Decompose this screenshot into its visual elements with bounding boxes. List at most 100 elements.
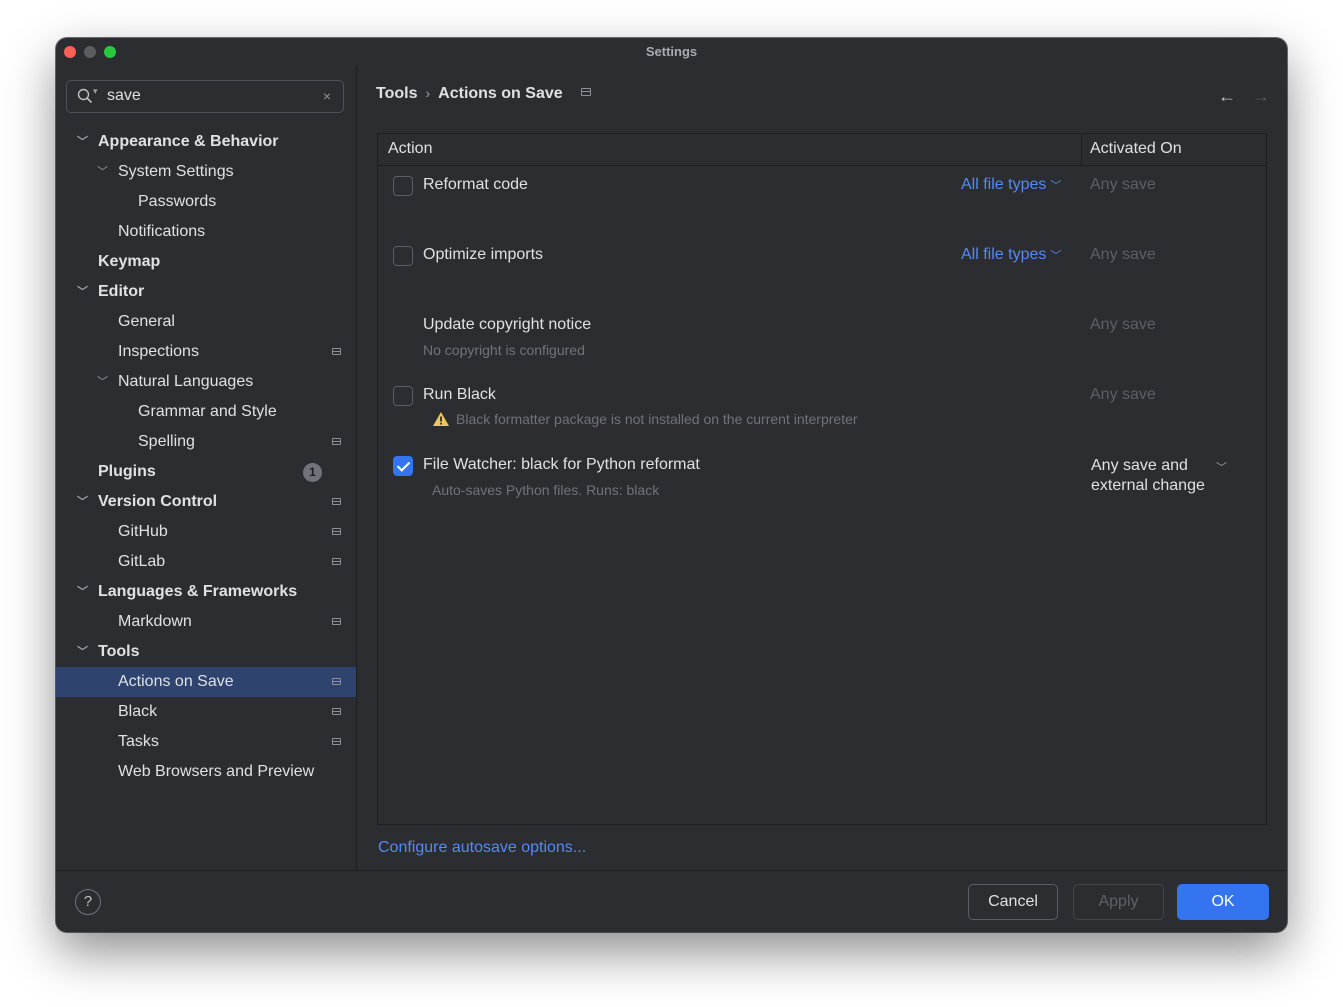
clear-search-icon[interactable]: × [323, 88, 331, 104]
run-black-checkbox[interactable] [393, 386, 413, 406]
file-watcher-activated-on-dropdown[interactable]: Any save and external change [1091, 456, 1221, 496]
actions-table: Action Activated On Reformat code All fi… [377, 133, 1267, 825]
chevron-down-icon[interactable]: ﹀ [97, 157, 108, 187]
project-scope-icon [332, 558, 341, 565]
chevron-down-icon[interactable]: ﹀ [77, 127, 88, 157]
sidebar-item-tasks[interactable]: Tasks [56, 727, 356, 757]
sidebar-item-gitlab[interactable]: GitLab [56, 547, 356, 577]
configure-autosave-link[interactable]: Configure autosave options... [378, 839, 586, 857]
sidebar-item-editor[interactable]: ﹀ Editor [56, 277, 356, 307]
table-header: Action Activated On [378, 134, 1266, 166]
sidebar-item-label: Web Browsers and Preview [118, 763, 315, 780]
black-activated-on: Any save [1090, 386, 1156, 403]
update-copyright-label: Update copyright notice [423, 316, 592, 333]
file-watcher-description: Auto-saves Python files. Runs: black [432, 482, 660, 498]
sidebar-item-label: Languages & Frameworks [98, 583, 298, 600]
optimize-activated-on: Any save [1090, 246, 1156, 263]
run-black-label[interactable]: Run Black [423, 386, 496, 404]
reformat-file-types-dropdown[interactable]: All file types ﹀ [961, 176, 1061, 194]
sidebar-item-label: Grammar and Style [138, 403, 277, 420]
sidebar-item-label: Notifications [118, 223, 206, 240]
breadcrumb-parent[interactable]: Tools [376, 85, 417, 102]
sidebar-item-black[interactable]: Black [56, 697, 356, 727]
help-button[interactable]: ? [75, 889, 101, 915]
sidebar-item-label: Inspections [118, 343, 199, 360]
sidebar-item-label: Spelling [138, 433, 195, 450]
project-scope-icon [332, 738, 341, 745]
breadcrumb: Tools › Actions on Save [376, 85, 563, 103]
column-divider[interactable] [1081, 134, 1082, 165]
copyright-activated-on: Any save [1090, 316, 1156, 333]
project-scope-icon [332, 528, 341, 535]
sidebar-item-tools[interactable]: ﹀ Tools [56, 637, 356, 667]
table-row-reformat-code: Reformat code All file types ﹀ Any save [378, 165, 1266, 235]
sidebar-item-system-settings[interactable]: ﹀ System Settings [56, 157, 356, 187]
chevron-down-icon: ﹀ [1050, 180, 1062, 192]
sidebar-item-markdown[interactable]: Markdown [56, 607, 356, 637]
optimize-imports-label[interactable]: Optimize imports [423, 246, 543, 264]
table-row-run-black: Run Black Black formatter package is not… [378, 375, 1266, 445]
ok-button[interactable]: OK [1177, 884, 1269, 920]
settings-window: Settings ▾ × ﹀ Appearance & Behavior ﹀ Syst… [56, 38, 1287, 932]
sidebar-item-notifications[interactable]: Notifications [56, 217, 356, 247]
sidebar-item-actions-on-save[interactable]: Actions on Save [56, 667, 356, 697]
breadcrumb-separator-icon: › [425, 85, 431, 101]
sidebar-item-label: Plugins [98, 463, 156, 480]
project-scope-icon [581, 88, 591, 96]
search-box[interactable]: ▾ × [66, 80, 344, 113]
forward-arrow-icon[interactable]: → [1252, 86, 1270, 107]
copyright-status-text: No copyright is configured [423, 342, 585, 358]
sidebar-item-github[interactable]: GitHub [56, 517, 356, 547]
chevron-down-icon[interactable]: ﹀ [77, 637, 88, 667]
chevron-down-icon[interactable]: ﹀ [97, 367, 108, 397]
file-watcher-checkbox[interactable] [393, 456, 413, 476]
sidebar-item-languages-and-frameworks[interactable]: ﹀ Languages & Frameworks [56, 577, 356, 607]
chevron-down-icon[interactable]: ﹀ [77, 577, 88, 607]
sidebar-item-label: GitHub [118, 523, 168, 540]
sidebar-item-appearance-and-behavior[interactable]: ﹀ Appearance & Behavior [56, 127, 356, 157]
window-title: Settings [645, 44, 698, 59]
optimize-imports-checkbox[interactable] [393, 246, 413, 266]
sidebar-item-grammar-and-style[interactable]: Grammar and Style [56, 397, 356, 427]
cancel-button[interactable]: Cancel [968, 884, 1058, 920]
project-scope-icon [332, 678, 341, 685]
activated-on-column-header: Activated On [1090, 140, 1182, 157]
project-scope-icon [332, 348, 341, 355]
file-watcher-label[interactable]: File Watcher: black for Python reformat [423, 456, 700, 474]
warning-icon [433, 412, 449, 426]
search-icon [77, 88, 93, 104]
sidebar-item-label: Natural Languages [118, 373, 254, 390]
sidebar-item-label: Actions on Save [118, 673, 234, 690]
optimize-file-types-dropdown[interactable]: All file types ﹀ [961, 246, 1061, 264]
project-scope-icon [332, 618, 341, 625]
table-row-file-watcher: File Watcher: black for Python reformat … [378, 445, 1266, 515]
sidebar-item-plugins[interactable]: Plugins 1 [56, 457, 356, 487]
sidebar-item-spelling[interactable]: Spelling [56, 427, 356, 457]
title-bar: Settings [56, 38, 1287, 66]
breadcrumb-current: Actions on Save [438, 85, 563, 102]
sidebar-item-keymap[interactable]: Keymap [56, 247, 356, 277]
search-options-caret-icon[interactable]: ▾ [93, 86, 98, 97]
sidebar-item-label: Tools [98, 643, 140, 660]
chevron-down-icon[interactable]: ﹀ [1216, 459, 1227, 475]
sidebar-item-label: Version Control [98, 493, 218, 510]
back-arrow-icon[interactable]: ← [1218, 86, 1236, 107]
apply-button[interactable]: Apply [1073, 884, 1164, 920]
reformat-code-label[interactable]: Reformat code [423, 176, 528, 194]
optimize-file-types-label: All file types [961, 246, 1047, 263]
chevron-down-icon[interactable]: ﹀ [77, 277, 88, 307]
sidebar-item-passwords[interactable]: Passwords [56, 187, 356, 217]
sidebar-item-label: GitLab [118, 553, 166, 570]
sidebar-item-natural-languages[interactable]: ﹀ Natural Languages [56, 367, 356, 397]
sidebar-item-inspections[interactable]: Inspections [56, 337, 356, 367]
sidebar-item-label: Editor [98, 283, 145, 300]
reformat-code-checkbox[interactable] [393, 176, 413, 196]
sidebar-item-general[interactable]: General [56, 307, 356, 337]
sidebar-item-web-browsers-and-preview[interactable]: Web Browsers and Preview [56, 757, 356, 787]
sidebar-item-label: Appearance & Behavior [98, 133, 279, 150]
sidebar-item-label: Markdown [118, 613, 192, 630]
chevron-down-icon[interactable]: ﹀ [77, 487, 88, 517]
settings-sidebar: ▾ × ﹀ Appearance & Behavior ﹀ System Settin… [56, 66, 356, 870]
sidebar-item-version-control[interactable]: ﹀ Version Control [56, 487, 356, 517]
search-input[interactable] [107, 85, 307, 107]
